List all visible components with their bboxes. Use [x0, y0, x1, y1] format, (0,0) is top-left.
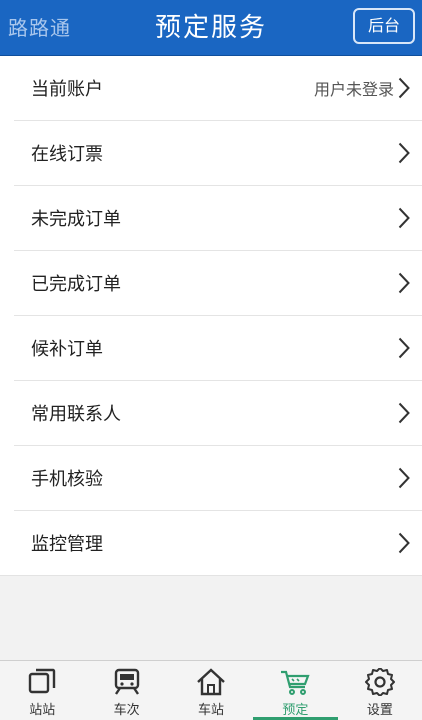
tab-label: 站站: [29, 703, 56, 718]
home-icon: [195, 668, 227, 696]
gear-icon: [364, 668, 396, 696]
train-icon: [111, 668, 143, 696]
menu-item-label: 当前账户: [31, 79, 103, 100]
menu-item-label: 常用联系人: [31, 403, 121, 425]
tab-label: 车站: [198, 703, 225, 718]
tab-settings[interactable]: 设置: [338, 661, 422, 720]
menu-item-online-booking[interactable]: 在线订票: [0, 120, 422, 185]
chevron-right-icon: [398, 467, 410, 489]
menu-item-frequent-contacts[interactable]: 常用联系人: [0, 380, 422, 445]
backend-button[interactable]: 后台: [353, 8, 415, 44]
menu-item-label: 监控管理: [31, 533, 103, 555]
account-status: 用户未登录: [313, 80, 394, 99]
header-bar: 路路通 预定服务 后台: [0, 0, 422, 56]
menu-item-label: 手机核验: [31, 468, 103, 490]
tab-station-to-station[interactable]: 站站: [0, 661, 84, 720]
station-to-station-icon: [26, 668, 58, 696]
menu-item-monitor-management[interactable]: 监控管理: [0, 510, 422, 575]
tab-label: 设置: [366, 703, 393, 718]
chevron-right-icon: [398, 532, 410, 554]
menu-item-label: 已完成订单: [31, 273, 121, 295]
app-name: 路路通: [8, 16, 71, 40]
tab-train-number[interactable]: 车次: [84, 661, 168, 720]
chevron-right-icon: [398, 402, 410, 424]
menu-item-label: 候补订单: [31, 338, 103, 360]
menu-item-label: 未完成订单: [31, 208, 121, 230]
menu-item-current-account[interactable]: 当前账户 用户未登录: [0, 56, 422, 120]
chevron-right-icon: [398, 272, 410, 294]
chevron-right-icon: [398, 142, 410, 164]
chevron-right-icon: [398, 77, 410, 99]
service-menu: 当前账户 用户未登录 在线订票 未完成订单 已完成订单 候补订单 常用联系人 手…: [0, 56, 422, 576]
menu-item-unfinished-orders[interactable]: 未完成订单: [0, 185, 422, 250]
menu-item-waitlist-orders[interactable]: 候补订单: [0, 315, 422, 380]
tab-station[interactable]: 车站: [169, 661, 253, 720]
menu-item-label: 在线订票: [31, 143, 103, 165]
tab-label: 预定: [282, 703, 309, 718]
cart-icon: [279, 668, 311, 696]
bottom-tab-bar: 站站 车次 车站 预定 设置: [0, 660, 422, 720]
chevron-right-icon: [398, 207, 410, 229]
tab-label: 车次: [113, 703, 140, 718]
menu-item-finished-orders[interactable]: 已完成订单: [0, 250, 422, 315]
menu-item-phone-verification[interactable]: 手机核验: [0, 445, 422, 510]
tab-booking[interactable]: 预定: [253, 661, 339, 720]
chevron-right-icon: [398, 337, 410, 359]
